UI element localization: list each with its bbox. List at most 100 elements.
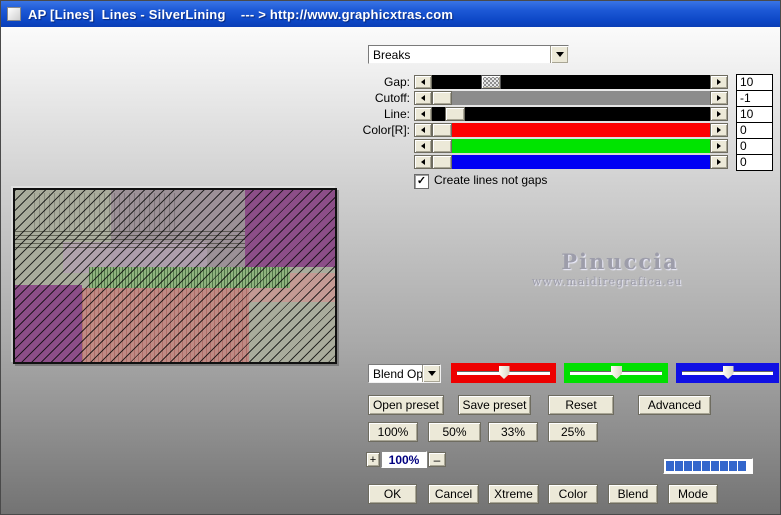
- save-preset-button[interactable]: Save preset: [458, 395, 531, 415]
- watermark: Pinuccia www.maidiregrafica.eu: [506, 249, 716, 288]
- slider-left-arrow-button[interactable]: [414, 155, 432, 169]
- ok-button[interactable]: OK: [368, 484, 417, 504]
- slider-track[interactable]: [432, 107, 710, 121]
- color-button[interactable]: Color: [548, 484, 598, 504]
- slider-value[interactable]: 10: [736, 106, 773, 123]
- blue-channel-slider[interactable]: [676, 363, 779, 383]
- preset-dropdown-value: Breaks: [373, 48, 411, 62]
- blend-options-dropdown-button[interactable]: [422, 365, 440, 382]
- mode-button[interactable]: Mode: [668, 484, 718, 504]
- slider-right-arrow-button[interactable]: [710, 155, 728, 169]
- slider-value[interactable]: 0: [736, 154, 773, 171]
- title-bar[interactable]: AP [Lines] Lines - SilverLining --- > ht…: [1, 1, 780, 27]
- slider-row-color-g: 0: [353, 138, 773, 155]
- window-title: AP [Lines] Lines - SilverLining --- > ht…: [28, 6, 454, 22]
- slider-thumb[interactable]: [432, 139, 452, 153]
- arrow-left-icon: [421, 95, 425, 101]
- chevron-down-icon: [427, 371, 436, 376]
- progress-segment: [666, 461, 674, 471]
- reset-button[interactable]: Reset: [548, 395, 614, 415]
- slider-row-color-b: 0: [353, 154, 773, 171]
- progress-segment: [711, 461, 719, 471]
- slider-label: [353, 155, 410, 169]
- channel-slider-thumb[interactable]: [498, 366, 510, 379]
- preset-dropdown-button[interactable]: [550, 46, 568, 63]
- slider-track[interactable]: [432, 155, 710, 169]
- slider-value[interactable]: 0: [736, 138, 773, 155]
- slider-label: Line:: [383, 107, 410, 121]
- slider-thumb[interactable]: [432, 123, 452, 137]
- slider-thumb[interactable]: [481, 75, 501, 89]
- preset-dropdown[interactable]: Breaks: [368, 45, 569, 64]
- slider-value[interactable]: -1: [736, 90, 773, 107]
- channel-slider-thumb[interactable]: [611, 366, 622, 379]
- zoom-in-button[interactable]: +: [366, 452, 380, 467]
- slider-thumb[interactable]: [432, 155, 452, 169]
- arrow-left-icon: [421, 127, 425, 133]
- watermark-url: www.maidiregrafica.eu: [531, 275, 683, 288]
- blend-options-dropdown[interactable]: Blend Opti: [368, 364, 441, 383]
- progress-segment: [720, 461, 728, 471]
- arrow-right-icon: [717, 127, 721, 133]
- slider-row-line: Line: 10: [353, 106, 773, 123]
- xtreme-button[interactable]: Xtreme: [488, 484, 539, 504]
- slider-left-arrow-button[interactable]: [414, 91, 432, 105]
- chevron-down-icon: [555, 52, 564, 57]
- slider-right-arrow-button[interactable]: [710, 75, 728, 89]
- create-lines-checkbox[interactable]: ✓: [414, 174, 429, 189]
- zoom-out-button[interactable]: –: [428, 452, 446, 467]
- arrow-right-icon: [717, 79, 721, 85]
- slider-track[interactable]: [432, 91, 710, 105]
- slider-value[interactable]: 10: [736, 74, 773, 91]
- zoom-50-button[interactable]: 50%: [428, 422, 481, 442]
- arrow-right-icon: [717, 143, 721, 149]
- progress-segment: [693, 461, 701, 471]
- arrow-right-icon: [717, 95, 721, 101]
- slider-thumb[interactable]: [432, 91, 452, 105]
- slider-track[interactable]: [432, 123, 710, 137]
- green-channel-slider[interactable]: [564, 363, 668, 383]
- progress-segment: [738, 461, 746, 471]
- slider-label: Color[R]:: [362, 123, 410, 137]
- slider-left-arrow-button[interactable]: [414, 107, 432, 121]
- slider-row-color-r: Color[R]: 0: [353, 122, 773, 139]
- arrow-left-icon: [421, 143, 425, 149]
- arrow-right-icon: [717, 111, 721, 117]
- zoom-100-button[interactable]: 100%: [368, 422, 418, 442]
- arrow-left-icon: [421, 159, 425, 165]
- slider-right-arrow-button[interactable]: [710, 139, 728, 153]
- zoom-25-button[interactable]: 25%: [548, 422, 598, 442]
- dialog-background: Breaks Gap: 10 Cutoff: -1 Line: 10 Color…: [1, 27, 780, 514]
- zoom-33-button[interactable]: 33%: [488, 422, 538, 442]
- preview-image[interactable]: [13, 188, 337, 364]
- slider-right-arrow-button[interactable]: [710, 91, 728, 105]
- slider-right-arrow-button[interactable]: [710, 107, 728, 121]
- progress-segment: [684, 461, 692, 471]
- slider-track[interactable]: [432, 139, 710, 153]
- hatch-overlay: [15, 190, 335, 362]
- slider-label: Cutoff:: [374, 91, 410, 105]
- blend-options-value: Blend Opti: [373, 367, 422, 381]
- arrow-left-icon: [421, 79, 425, 85]
- slider-row-gap: Gap: 10: [353, 74, 773, 91]
- arrow-right-icon: [717, 159, 721, 165]
- red-channel-slider[interactable]: [451, 363, 556, 383]
- slider-track[interactable]: [432, 75, 710, 89]
- slider-row-cutoff: Cutoff: -1: [353, 90, 773, 107]
- advanced-button[interactable]: Advanced: [638, 395, 711, 415]
- slider-thumb[interactable]: [445, 107, 465, 121]
- slider-value[interactable]: 0: [736, 122, 773, 139]
- progress-segment: [729, 461, 737, 471]
- zoom-level-display: 100%: [381, 451, 427, 468]
- cancel-button[interactable]: Cancel: [428, 484, 479, 504]
- slider-left-arrow-button[interactable]: [414, 75, 432, 89]
- slider-left-arrow-button[interactable]: [414, 123, 432, 137]
- slider-label: Gap:: [383, 75, 410, 89]
- arrow-left-icon: [421, 111, 425, 117]
- slider-left-arrow-button[interactable]: [414, 139, 432, 153]
- channel-slider-thumb[interactable]: [722, 366, 734, 379]
- open-preset-button[interactable]: Open preset: [368, 395, 444, 415]
- app-icon: [7, 7, 21, 21]
- slider-right-arrow-button[interactable]: [710, 123, 728, 137]
- blend-button[interactable]: Blend: [608, 484, 658, 504]
